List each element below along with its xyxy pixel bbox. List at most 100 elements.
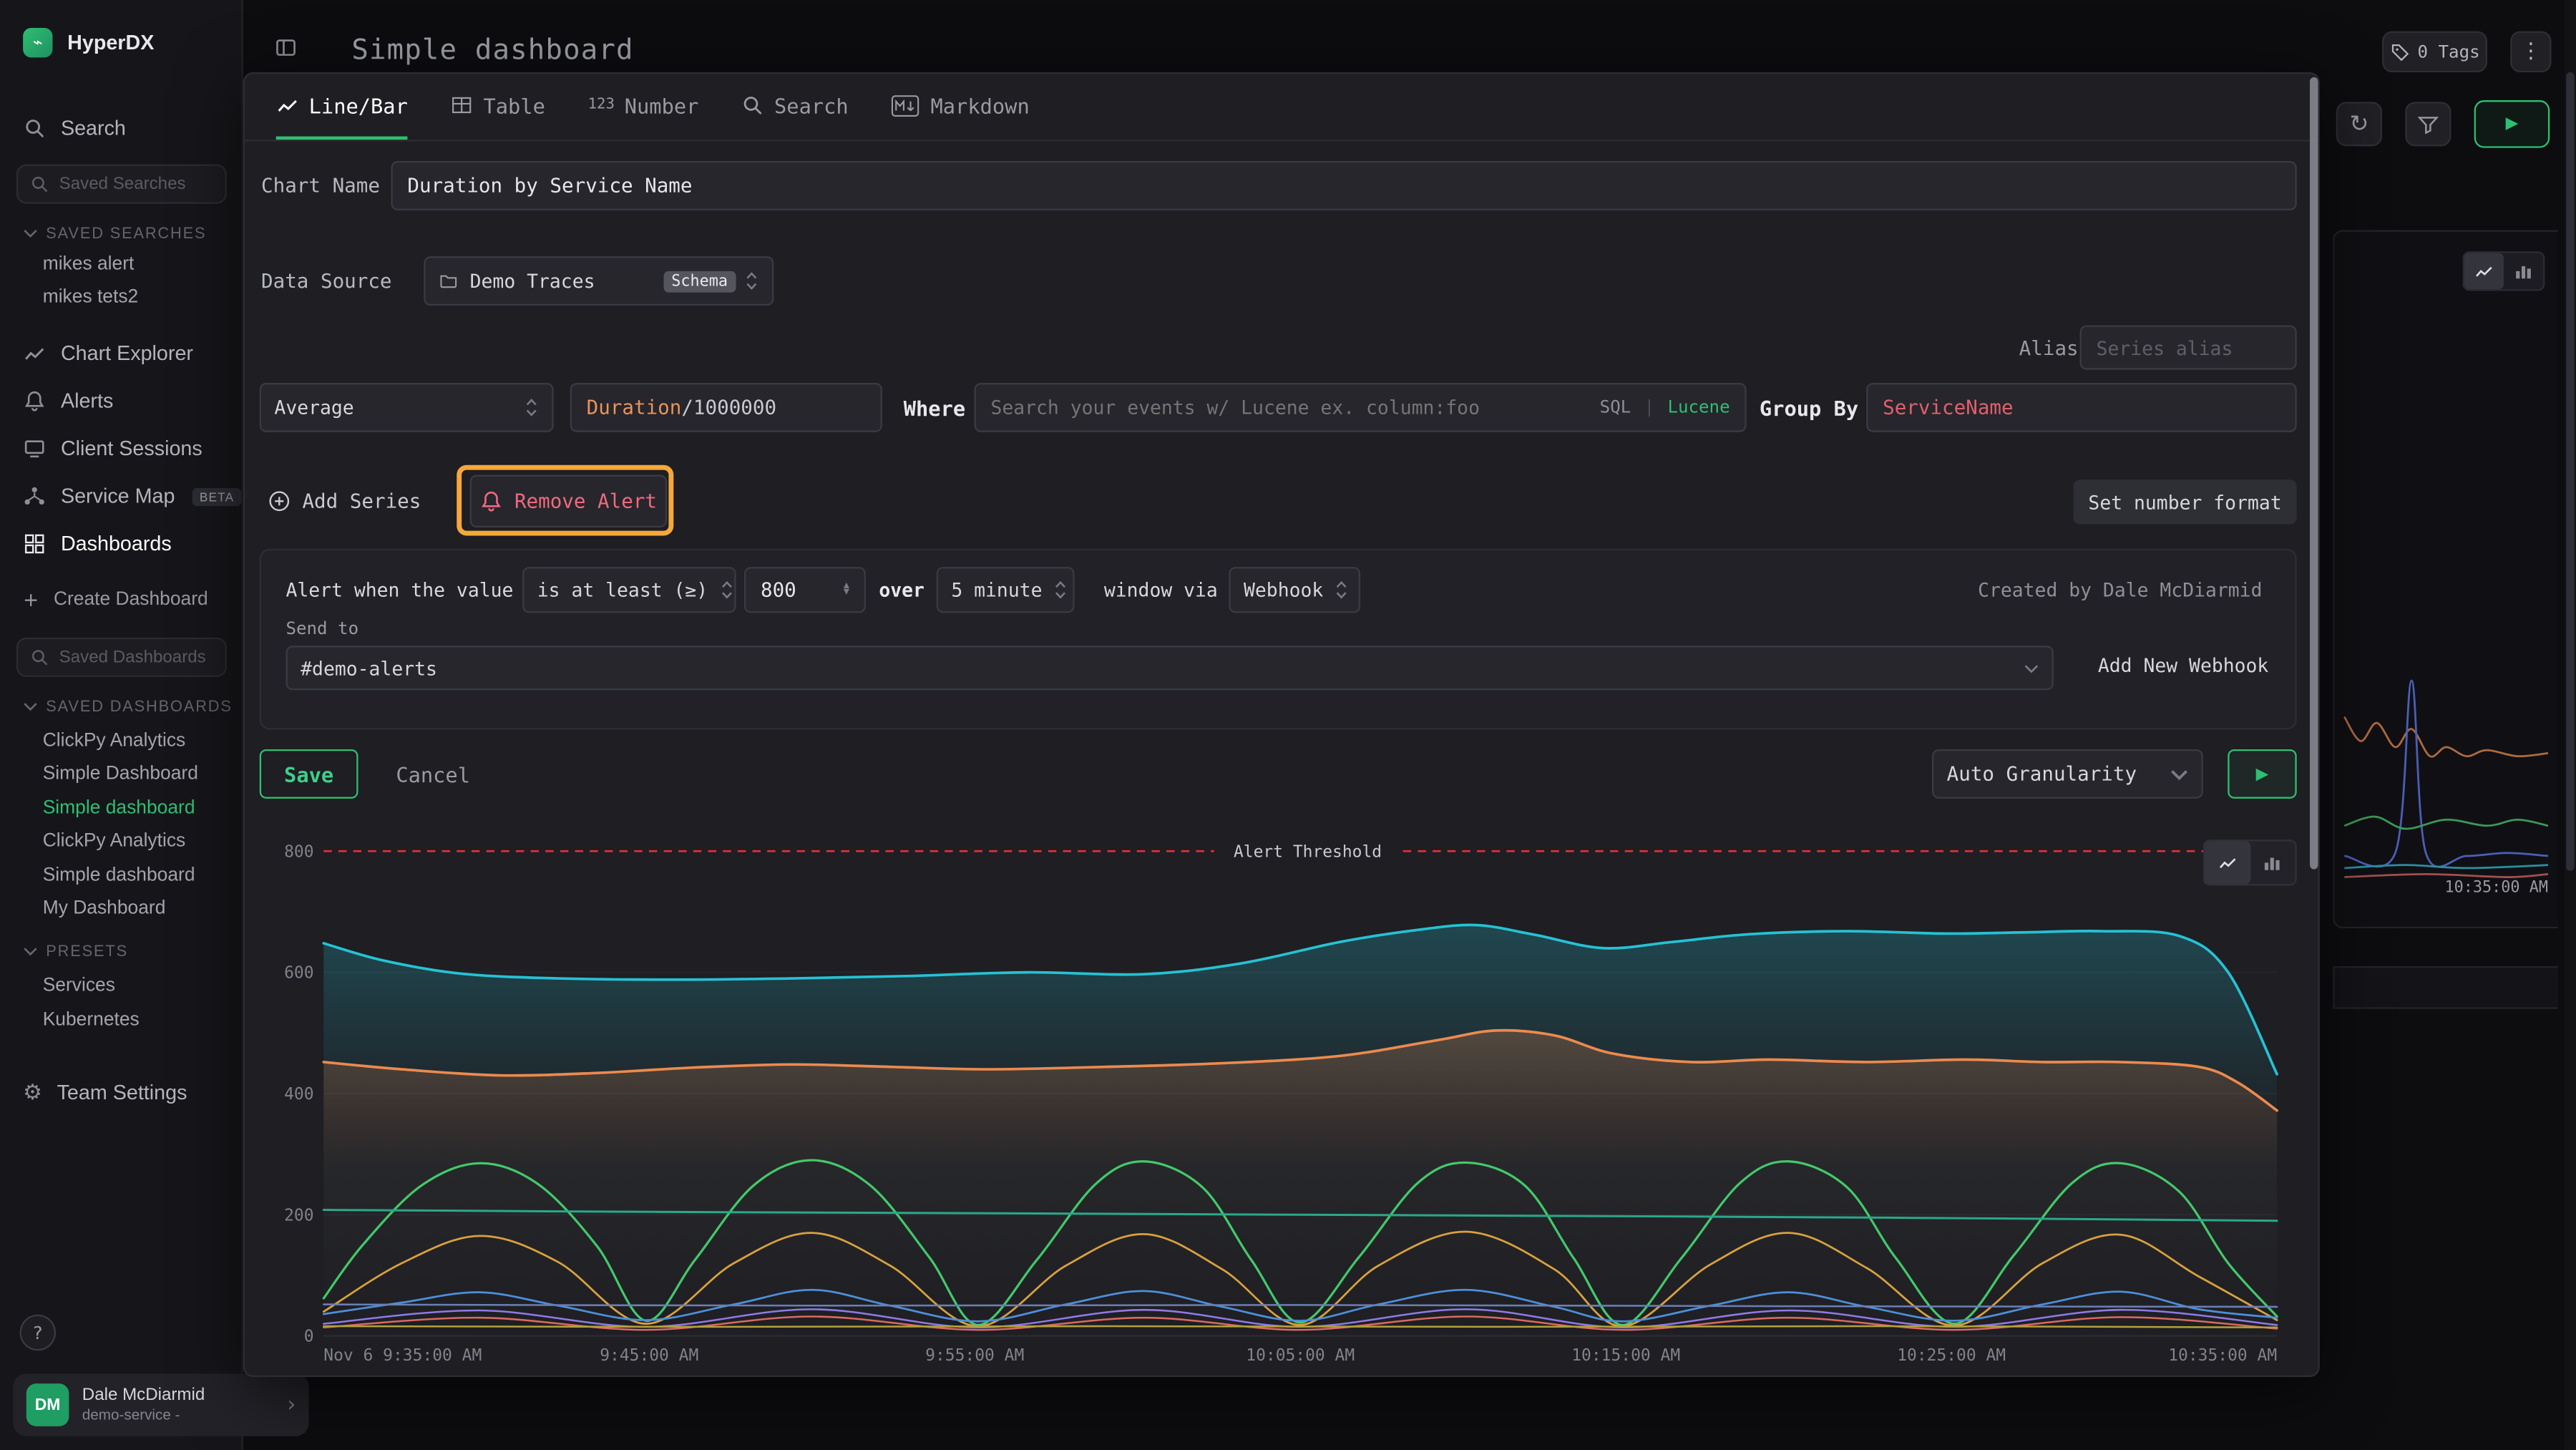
tab-line-bar[interactable]: Line/Bar: [276, 74, 408, 140]
chevron-down-icon: [2024, 663, 2039, 673]
tab-markdown[interactable]: Markdown: [891, 74, 1029, 140]
sidebar-item-chart-explorer[interactable]: Chart Explorer: [0, 332, 243, 375]
data-source-select[interactable]: Demo Traces Schema: [424, 256, 774, 306]
preset-item[interactable]: Kubernetes: [0, 1004, 243, 1036]
saved-dashboards-search[interactable]: [16, 638, 227, 677]
modal-scrollbar[interactable]: [2310, 77, 2318, 870]
chart-name-input[interactable]: [391, 161, 2296, 210]
alert-window-select[interactable]: 5 minute: [937, 567, 1075, 613]
chart-type-toggle[interactable]: [2203, 840, 2297, 885]
add-series-button[interactable]: Add Series: [268, 478, 421, 524]
save-button[interactable]: Save: [260, 749, 358, 799]
number-123-icon: 123: [588, 97, 615, 113]
number-stepper[interactable]: ▴ ▾: [844, 583, 849, 596]
markdown-icon: [891, 94, 920, 116]
run-query-button[interactable]: ▶: [2474, 100, 2550, 148]
chart-name-label: Chart Name: [261, 161, 380, 210]
sidebar-item-alerts[interactable]: Alerts: [0, 379, 243, 422]
alias-input[interactable]: [2080, 326, 2297, 370]
alert-condition-select[interactable]: is at least (≥): [522, 567, 736, 613]
saved-search-item[interactable]: mikes alert: [0, 250, 243, 279]
background-chart-panel: 10:35:00 AM: [2333, 230, 2558, 928]
dashboard-item[interactable]: Simple Dashboard: [0, 757, 243, 789]
caret-down-icon[interactable]: ▾: [844, 590, 849, 596]
dashboard-item[interactable]: Simple dashboard: [0, 860, 243, 891]
tags-button[interactable]: 0 Tags: [2382, 31, 2487, 72]
field-token: Duration: [587, 396, 682, 419]
sidebar: ⌁ HyperDX Search SAVED SEARCHES mikes al…: [0, 0, 243, 1450]
alert-channel-select[interactable]: Webhook: [1229, 567, 1360, 613]
help-button[interactable]: ?: [20, 1315, 57, 1351]
kebab-icon: ⋮: [2520, 39, 2542, 64]
plus-circle-icon: [268, 490, 291, 512]
page-scrollbar[interactable]: [2565, 0, 2576, 1450]
saved-searches-search[interactable]: [16, 165, 227, 204]
tab-table[interactable]: Table: [451, 74, 545, 140]
lucene-toggle[interactable]: Lucene: [1668, 398, 1730, 418]
chevron-down-icon: [23, 701, 38, 711]
svg-text:800: 800: [284, 842, 313, 861]
app-logo[interactable]: ⌁ HyperDX: [0, 23, 243, 62]
saved-dashboards-heading[interactable]: SAVED DASHBOARDS: [0, 694, 243, 720]
create-dashboard-button[interactable]: + Create Dashboard: [0, 582, 243, 618]
saved-searches-input[interactable]: [59, 174, 208, 194]
sidebar-item-search[interactable]: Search: [0, 109, 243, 148]
saved-searches-heading[interactable]: SAVED SEARCHES: [0, 220, 243, 247]
preset-item[interactable]: Services: [0, 970, 243, 1001]
set-number-format-button[interactable]: Set number format: [2073, 480, 2296, 524]
header-kebab-button[interactable]: ⋮: [2510, 31, 2551, 72]
filter-button[interactable]: [2405, 102, 2451, 146]
dashboards-grid-icon: [23, 532, 46, 555]
where-search-input[interactable]: SQL | Lucene: [974, 383, 1746, 432]
svg-text:0: 0: [304, 1328, 314, 1346]
where-label: Where: [904, 383, 965, 432]
sql-toggle[interactable]: SQL: [1600, 398, 1631, 418]
group-by-input[interactable]: ServiceName: [1866, 383, 2297, 432]
chevron-down-icon: [23, 946, 38, 956]
sidebar-item-service-map[interactable]: Service Map BETA: [0, 475, 243, 518]
over-label: over: [879, 567, 924, 613]
select-chevrons-icon: [524, 396, 539, 419]
field-input[interactable]: Duration/1000000: [570, 383, 882, 432]
monitor-icon: [23, 437, 46, 460]
granularity-select[interactable]: Auto Granularity: [1932, 749, 2203, 799]
tab-search[interactable]: Search: [741, 74, 849, 140]
sidebar-item-client-sessions[interactable]: Client Sessions: [0, 427, 243, 470]
sidebar-item-team-settings[interactable]: ⚙ Team Settings: [0, 1071, 243, 1114]
background-chart-toggle[interactable]: [2463, 251, 2545, 291]
alert-config-panel: Alert when the value is at least (≥) 800…: [260, 549, 2297, 730]
add-new-webhook-link[interactable]: Add New Webhook: [2098, 654, 2268, 677]
alert-threshold-input[interactable]: 800 ▴ ▾: [744, 567, 866, 613]
aggregation-select[interactable]: Average: [260, 383, 554, 432]
page-scrollbar-thumb[interactable]: [2566, 72, 2574, 871]
user-card[interactable]: DM Dale McDiarmid demo-service - ›: [13, 1373, 308, 1436]
lucene-query-input[interactable]: [990, 396, 1586, 419]
line-chart-icon[interactable]: [2205, 842, 2250, 885]
dashboard-item[interactable]: ClickPy Analytics: [0, 724, 243, 756]
send-to-select[interactable]: #demo-alerts: [286, 646, 2053, 690]
presets-heading[interactable]: PRESETS: [0, 938, 243, 965]
refresh-button[interactable]: ↻: [2336, 102, 2382, 146]
tags-count: 0 Tags: [2418, 42, 2480, 62]
data-source-label: Data Source: [261, 256, 391, 306]
remove-alert-button[interactable]: Remove Alert: [470, 475, 668, 527]
cancel-button[interactable]: Cancel: [396, 749, 470, 799]
saved-dashboards-input[interactable]: [59, 648, 208, 668]
bar-chart-icon[interactable]: [2504, 253, 2543, 290]
tab-number[interactable]: 123 Number: [588, 74, 699, 140]
dashboard-item-active[interactable]: Simple dashboard: [0, 792, 243, 824]
send-to-label: Send to: [286, 620, 358, 640]
line-chart-icon[interactable]: [2464, 253, 2504, 290]
svg-text:600: 600: [284, 964, 313, 983]
run-chart-button[interactable]: ▶: [2228, 749, 2296, 799]
svg-text:10:15:00 AM: 10:15:00 AM: [1571, 1346, 1680, 1365]
saved-search-item[interactable]: mikes tets2: [0, 283, 243, 312]
dashboard-item[interactable]: ClickPy Analytics: [0, 825, 243, 857]
sidebar-item-dashboards[interactable]: Dashboards: [0, 522, 243, 565]
bar-chart-icon[interactable]: [2250, 842, 2295, 885]
dashboard-item[interactable]: My Dashboard: [0, 892, 243, 924]
created-by-text: Created by Dale McDiarmid: [1978, 567, 2262, 613]
alias-label: Alias: [2019, 326, 2079, 370]
select-chevrons-icon: [719, 578, 734, 601]
panel-toggle-icon[interactable]: [274, 34, 297, 66]
